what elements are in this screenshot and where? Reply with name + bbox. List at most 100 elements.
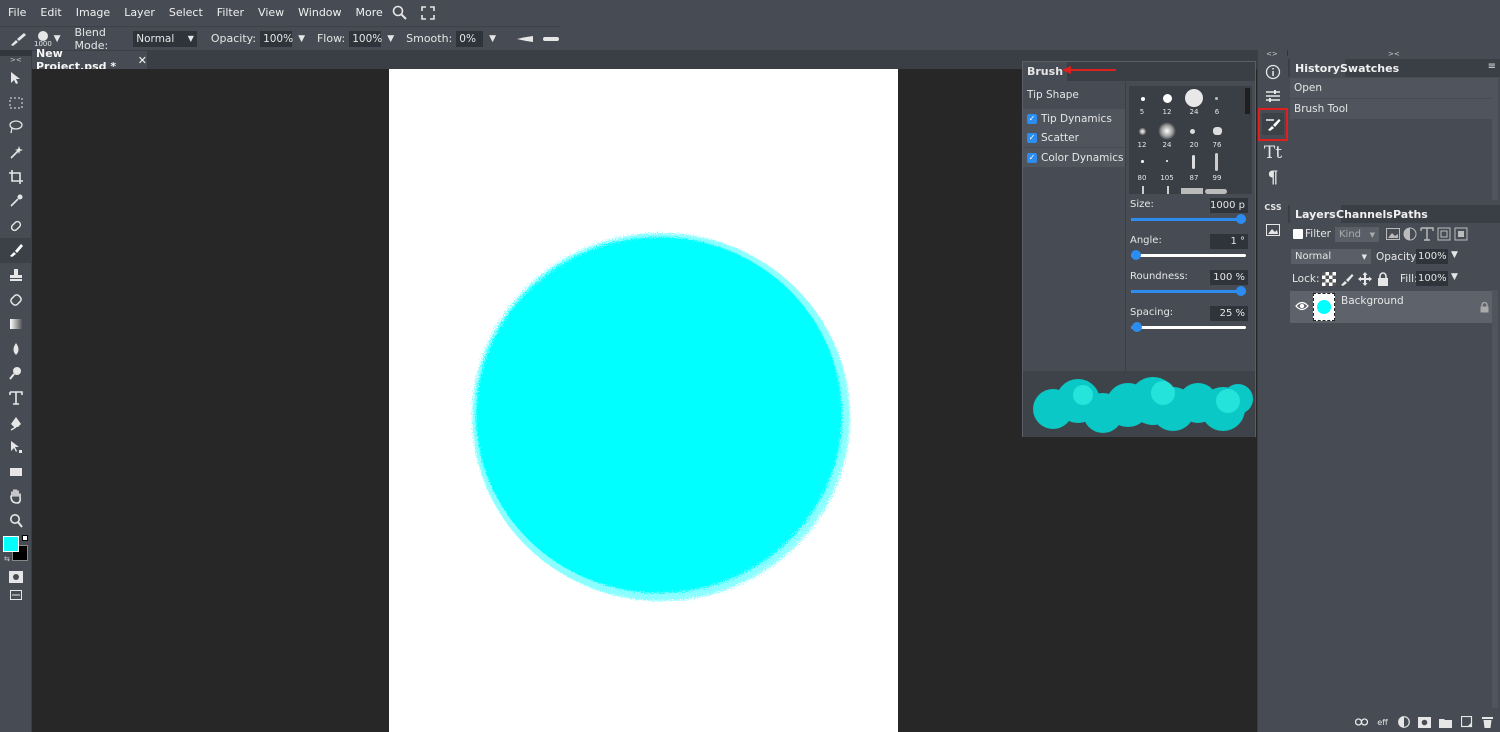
size-field[interactable]: 1000 p <box>1210 198 1248 213</box>
brush-tool-icon[interactable] <box>0 238 32 263</box>
checkbox-checked-icon[interactable]: ✓ <box>1027 132 1037 143</box>
css-icon[interactable]: CSS <box>1262 196 1284 218</box>
text-tool-icon[interactable] <box>0 386 32 411</box>
adjustments-icon[interactable] <box>1262 85 1284 107</box>
image-icon[interactable] <box>1262 219 1284 241</box>
hand-tool-icon[interactable] <box>0 484 32 509</box>
roundness-field[interactable]: 100 % <box>1210 270 1248 285</box>
history-item[interactable]: Brush Tool <box>1290 99 1492 119</box>
brush-panel-tab[interactable]: Brush <box>1023 62 1068 81</box>
brush-preset-dot[interactable] <box>1213 127 1222 135</box>
brush-preset-stroke[interactable] <box>1192 155 1195 169</box>
foreground-color-swatch[interactable] <box>3 536 19 553</box>
delete-layer-icon[interactable] <box>1481 716 1494 728</box>
document-canvas[interactable] <box>389 69 898 732</box>
dodge-tool-icon[interactable] <box>0 361 32 386</box>
brush-tool-preset-icon[interactable] <box>8 31 28 47</box>
presets-scrollbar[interactable] <box>1244 86 1252 194</box>
tip-dynamics-item[interactable]: ✓ Tip Dynamics <box>1023 109 1125 128</box>
lasso-tool-icon[interactable] <box>0 115 32 140</box>
document-tab[interactable]: New Project.psd * ✕ <box>32 47 147 73</box>
character-icon[interactable]: Tt <box>1262 142 1284 164</box>
opacity-dropdown-icon[interactable]: ▼ <box>298 34 305 44</box>
menu-edit[interactable]: Edit <box>40 6 61 19</box>
healing-brush-icon[interactable] <box>0 214 32 239</box>
tab-paths[interactable]: Paths <box>1388 205 1433 223</box>
brush-preset-dot[interactable] <box>1163 94 1172 103</box>
flow-dropdown-icon[interactable]: ▼ <box>387 34 394 44</box>
filter-shape-icon[interactable] <box>1437 227 1451 244</box>
new-layer-icon[interactable] <box>1460 716 1473 728</box>
spacing-slider[interactable] <box>1131 322 1246 332</box>
screen-mode-icon[interactable] <box>0 587 32 603</box>
opacity-field[interactable]: 100% <box>260 30 293 47</box>
checkbox-checked-icon[interactable]: ✓ <box>1027 113 1037 124</box>
pen-tool-icon[interactable] <box>0 410 32 435</box>
flow-field[interactable]: 100% <box>349 30 382 47</box>
blur-tool-icon[interactable] <box>0 337 32 362</box>
brush-preset-dot[interactable] <box>1141 160 1144 163</box>
new-group-icon[interactable] <box>1439 716 1452 728</box>
presets-scrollbar-thumb[interactable] <box>1245 88 1250 114</box>
collapse-toolbox-icon[interactable]: >< <box>0 56 31 66</box>
panel-menu-icon[interactable]: ≡ <box>1488 61 1496 72</box>
menu-view[interactable]: View <box>258 6 284 19</box>
lock-transparency-icon[interactable] <box>1322 272 1336 289</box>
eye-icon[interactable] <box>1295 300 1309 315</box>
angle-slider-knob[interactable] <box>1131 250 1141 260</box>
search-icon[interactable] <box>391 4 409 22</box>
eyedropper-icon[interactable] <box>0 189 32 214</box>
collapse-panels-icon[interactable]: >< <box>1388 50 1400 58</box>
brush-preset-stroke[interactable] <box>1181 188 1203 194</box>
angle-field[interactable]: 1 ° <box>1210 234 1248 249</box>
fill-dropdown-icon[interactable]: ▼ <box>1451 272 1458 282</box>
pressure-size-icon[interactable] <box>516 35 534 43</box>
color-dynamics-item[interactable]: ✓ Color Dynamics <box>1023 148 1125 167</box>
brush-preset-stroke[interactable] <box>1142 186 1144 194</box>
brush-preset-soft[interactable] <box>1158 122 1176 140</box>
layer-effects-button[interactable]: eff <box>1376 716 1389 728</box>
spacing-field[interactable]: 25 % <box>1210 306 1248 321</box>
brush-preset-dot[interactable] <box>1190 129 1195 134</box>
rectangle-tool-icon[interactable] <box>0 460 32 485</box>
fill-field[interactable]: 100% <box>1416 271 1448 286</box>
menu-file[interactable]: File <box>8 6 26 19</box>
blend-mode-select[interactable]: Normal ▼ <box>133 30 197 47</box>
scatter-item[interactable]: ✓ Scatter <box>1023 128 1125 147</box>
size-slider-knob[interactable] <box>1236 214 1246 224</box>
lock-paint-icon[interactable] <box>1340 272 1354 289</box>
roundness-slider[interactable] <box>1131 286 1246 296</box>
menu-image[interactable]: Image <box>76 6 110 19</box>
checkbox-checked-icon[interactable]: ✓ <box>1027 152 1037 163</box>
pressure-opacity-icon[interactable] <box>542 35 560 43</box>
kind-select[interactable]: Kind ▼ <box>1335 227 1379 242</box>
path-select-icon[interactable] <box>0 435 32 460</box>
layers-scrollbar[interactable] <box>1492 290 1498 708</box>
lock-position-icon[interactable] <box>1358 272 1372 289</box>
filter-pixel-icon[interactable] <box>1386 227 1400 244</box>
brush-size-preview[interactable]: 1000 <box>34 29 52 49</box>
magic-wand-icon[interactable] <box>0 140 32 165</box>
menu-layer[interactable]: Layer <box>124 6 155 19</box>
brush-preset-stroke[interactable] <box>1167 186 1169 194</box>
brush-preset-stroke[interactable] <box>1215 153 1218 171</box>
zoom-tool-icon[interactable] <box>0 509 32 534</box>
swap-colors-icon[interactable]: ⇆ <box>4 555 10 563</box>
gradient-tool-icon[interactable] <box>0 312 32 337</box>
size-slider[interactable] <box>1131 214 1246 224</box>
link-layers-icon[interactable] <box>1355 716 1368 728</box>
history-scrollbar[interactable] <box>1492 78 1498 200</box>
spacing-slider-knob[interactable] <box>1131 322 1142 332</box>
expand-panels-icon[interactable]: <> <box>1266 50 1278 58</box>
adjustment-layer-icon[interactable] <box>1397 716 1410 728</box>
layer-row-background[interactable]: Background <box>1290 291 1492 323</box>
chevron-down-icon[interactable]: ▼ <box>54 34 61 44</box>
crop-tool-icon[interactable] <box>0 164 32 189</box>
eraser-tool-icon[interactable] <box>0 287 32 312</box>
menu-filter[interactable]: Filter <box>217 6 244 19</box>
brush-preset-dot[interactable] <box>1141 97 1145 101</box>
quick-mask-icon[interactable] <box>0 567 32 587</box>
layer-blend-select[interactable]: Normal ▼ <box>1291 249 1371 264</box>
angle-slider[interactable] <box>1131 250 1246 260</box>
brush-preset-dot[interactable] <box>1166 160 1168 162</box>
